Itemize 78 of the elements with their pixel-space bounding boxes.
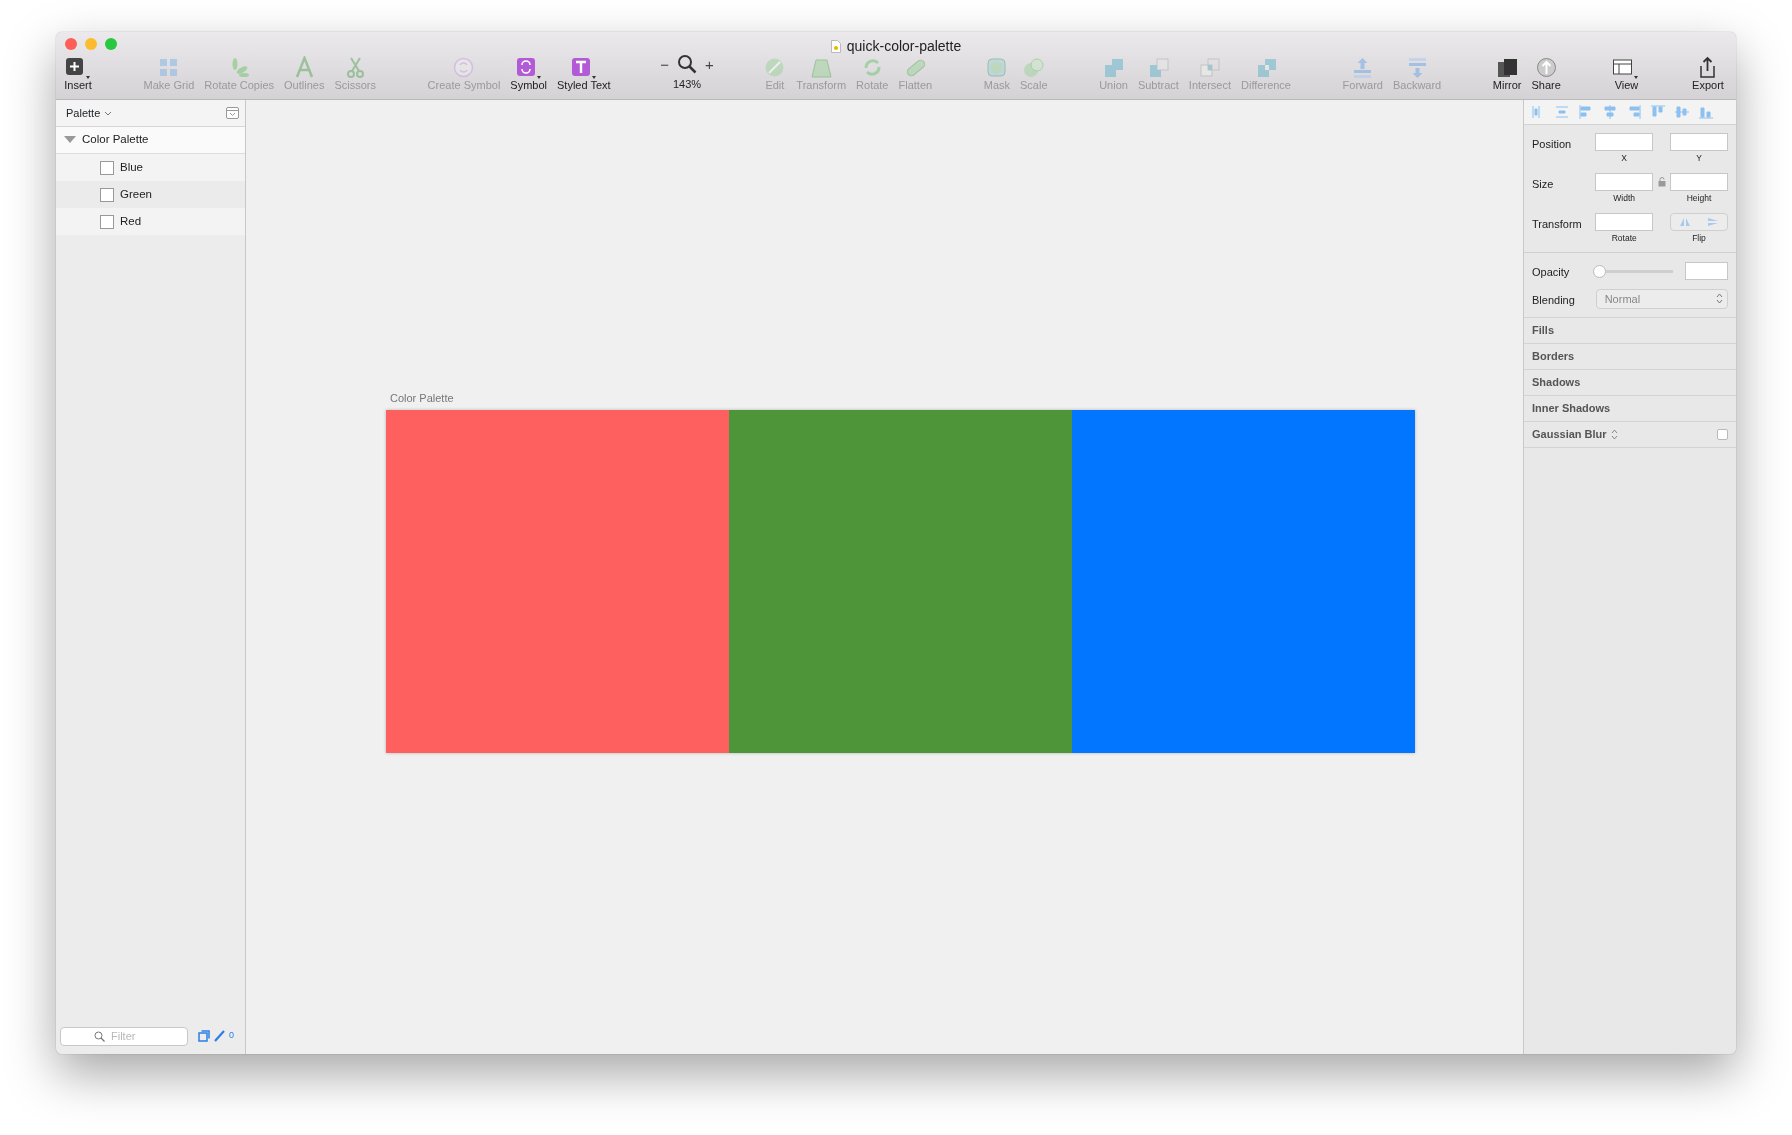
field-caption: Y (1696, 152, 1702, 165)
pen-icon[interactable] (214, 1030, 225, 1042)
layer-name: Red (120, 213, 142, 229)
field-label: Transform (1532, 216, 1583, 232)
toolbar-button[interactable]: Share (1529, 55, 1563, 93)
align-top-icon[interactable] (1650, 104, 1666, 120)
search-icon[interactable] (677, 54, 697, 74)
field-label: Blending (1532, 293, 1576, 308)
field-caption: X (1621, 152, 1628, 165)
slider-thumb[interactable] (1592, 264, 1606, 278)
align-left-icon[interactable] (1578, 104, 1594, 120)
disclosure-triangle-icon[interactable] (64, 136, 76, 144)
layer-row[interactable]: Blue (56, 154, 245, 181)
chevron-down-icon (104, 110, 113, 116)
align-center-icon[interactable] (1602, 104, 1618, 120)
zoom-in-button[interactable]: + (705, 56, 714, 72)
toolbar-button[interactable]: Styled Text (555, 55, 613, 93)
stepper-icon[interactable] (1610, 428, 1618, 440)
toolbar-button[interactable]: View (1610, 55, 1643, 93)
plus-square-icon (64, 55, 92, 79)
page-selector[interactable]: Palette (66, 104, 113, 122)
lock-icon[interactable] (1657, 176, 1666, 187)
rectangle-icon (100, 214, 114, 229)
align-bottom-icon[interactable] (1698, 104, 1714, 120)
rectangle-icon (100, 187, 114, 202)
field-label: Opacity (1532, 265, 1571, 281)
symbol-icon (514, 55, 543, 79)
checkbox[interactable] (1717, 428, 1728, 440)
layer-name: Blue (120, 159, 144, 175)
circles-icon (1022, 55, 1046, 79)
close-button[interactable] (65, 38, 77, 50)
layer-row[interactable]: Red (56, 208, 245, 235)
field-caption: Width (1613, 191, 1636, 205)
toolbar-button[interactable]: Mirror (1490, 55, 1524, 93)
field-label: Position (1532, 137, 1573, 152)
window-title: quick-color-palette (846, 37, 962, 56)
align-right-icon[interactable] (1626, 104, 1642, 120)
field-caption: Height (1686, 191, 1712, 205)
collapse-panel-icon[interactable] (226, 107, 239, 119)
section-title: Fills (1532, 323, 1554, 338)
text-style-icon (569, 55, 598, 79)
field-label: Size (1532, 176, 1555, 192)
number-field[interactable] (1595, 212, 1654, 231)
field-caption: Flip (1692, 231, 1706, 245)
filter-field[interactable]: Filter (60, 1026, 188, 1046)
flip-vertical-icon (1707, 216, 1719, 227)
distribute-vertical-icon[interactable] (1554, 104, 1570, 120)
artboard-title: Color Palette (390, 391, 455, 406)
rectangle-icon (100, 160, 114, 175)
opacity-field[interactable] (1685, 262, 1728, 280)
number-field[interactable] (1670, 172, 1728, 191)
toolbar-button[interactable]: Insert (62, 55, 94, 93)
layer-name: Green (120, 186, 152, 202)
blending-dropdown[interactable]: Normal (1595, 288, 1728, 309)
section-title: Inner Shadows (1532, 401, 1611, 416)
stepper-icon (1716, 293, 1723, 305)
zoom-out-button[interactable]: − (660, 56, 669, 72)
flip-horizontal-icon (1679, 216, 1691, 227)
align-middle-icon[interactable] (1674, 104, 1690, 120)
number-field[interactable] (1670, 133, 1728, 151)
minimize-button[interactable] (85, 38, 97, 50)
document-icon (830, 40, 841, 53)
field-caption: Rotate (1611, 231, 1637, 245)
section-title: Borders (1532, 349, 1575, 364)
upload-circle-icon (1534, 55, 1558, 79)
flip-toggle[interactable] (1670, 212, 1728, 231)
toolbar-button[interactable]: Symbol (508, 55, 550, 93)
zoom-level: 143% (672, 77, 702, 92)
toolbar-button[interactable]: Export (1690, 55, 1726, 93)
layer-group-name: Color Palette (82, 132, 149, 148)
section-title: Gaussian Blur (1532, 427, 1607, 442)
section-title: Shadows (1532, 375, 1581, 390)
number-field[interactable] (1595, 133, 1654, 151)
count-label: 0 (229, 1029, 234, 1043)
number-field[interactable] (1595, 172, 1654, 191)
layers-icon[interactable] (198, 1030, 210, 1042)
zoom-button[interactable] (105, 38, 117, 50)
intersect-icon (1198, 55, 1222, 79)
